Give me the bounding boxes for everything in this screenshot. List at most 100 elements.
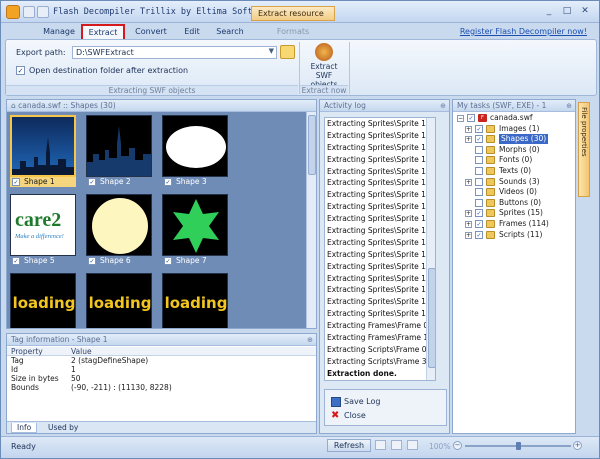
thumbnail-checkbox[interactable]: ✓ — [88, 257, 96, 265]
tab-used-by[interactable]: Used by — [43, 423, 83, 433]
scrollbar-thumb[interactable] — [308, 115, 316, 175]
pin-icon[interactable]: ⊕ — [566, 101, 572, 112]
tree-item-texts[interactable]: Texts (0) — [455, 166, 575, 177]
browse-folder-icon[interactable] — [280, 45, 295, 59]
tab-info[interactable]: Info — [11, 423, 38, 433]
thumbnail-loading[interactable]: loading — [10, 273, 76, 328]
thumbnail-loading[interactable]: loading — [86, 273, 152, 328]
tree-checkbox[interactable] — [475, 156, 483, 165]
tree-checkbox[interactable] — [475, 198, 483, 207]
view-mode-icon[interactable] — [375, 440, 386, 450]
expand-icon[interactable]: + — [465, 231, 472, 239]
tab-convert[interactable]: Convert — [129, 25, 173, 39]
tab-formats[interactable]: Formats — [269, 25, 317, 39]
open-folder-checkbox[interactable]: ✓ — [16, 66, 25, 75]
shapes-scrollbar[interactable] — [306, 112, 316, 328]
tree-checkbox[interactable] — [475, 177, 483, 186]
tree-root[interactable]: − ✓ F canada.swf — [455, 113, 575, 124]
tree-item-images[interactable]: + ✓ Images (1) — [455, 124, 575, 135]
log-line: Extracting Sprites\Sprite 17\Frame — [327, 297, 435, 307]
thumbnail-shape-3[interactable]: ✓ Shape 3 — [162, 115, 228, 186]
table-row[interactable]: Size in bytes 50 — [7, 374, 316, 383]
group-label-extracting: Extracting SWF objects — [6, 85, 298, 95]
thumbnail-loading[interactable]: loading — [162, 273, 228, 328]
thumbnail-checkbox[interactable]: ✓ — [164, 178, 172, 186]
tree-item-sprites[interactable]: + ✓ Sprites (15) — [455, 208, 575, 219]
table-row[interactable]: Bounds (-90, -211) : (11130, 8228) — [7, 383, 316, 392]
minimize-button[interactable]: _ — [541, 5, 557, 18]
expand-icon[interactable]: + — [465, 210, 472, 218]
app-logo-icon[interactable] — [6, 5, 20, 19]
close-log-label: Close — [344, 411, 366, 420]
tree-item-sounds[interactable]: + Sounds (3) — [455, 177, 575, 188]
buttons-icon — [486, 198, 495, 207]
log-scrollbar[interactable] — [426, 118, 435, 380]
thumbnail-shape-5[interactable]: care2 Make a difference! ✓ Shape 5 — [10, 194, 76, 265]
expand-icon[interactable]: + — [465, 178, 472, 186]
status-bar: Ready Refresh 100% − + — [1, 436, 599, 458]
tree-checkbox[interactable]: ✓ — [475, 219, 483, 228]
tree-checkbox[interactable]: ✓ — [475, 230, 483, 239]
value-cell: (-90, -211) : (11130, 8228) — [71, 383, 172, 392]
thumbnail-shape-1[interactable]: ✓ Shape 1 — [10, 115, 76, 187]
tree-checkbox[interactable]: ✓ — [475, 209, 483, 218]
zoom-out-icon[interactable]: − — [453, 441, 462, 450]
tree-checkbox[interactable] — [475, 145, 483, 154]
collapse-icon[interactable]: − — [457, 115, 464, 122]
save-icon[interactable] — [37, 6, 49, 18]
maximize-button[interactable]: □ — [559, 5, 575, 18]
thumbnail-checkbox[interactable]: ✓ — [12, 257, 20, 265]
property-cell: Bounds — [11, 383, 39, 392]
thumbnail-shape-7[interactable]: ✓ Shape 7 — [162, 194, 228, 265]
chevron-down-icon[interactable]: ▼ — [269, 47, 274, 55]
register-link[interactable]: Register Flash Decompiler now! — [460, 27, 587, 36]
pin-icon[interactable]: ⊕ — [307, 335, 313, 346]
pin-icon[interactable]: ⊕ — [440, 101, 446, 112]
export-path-input[interactable]: D:\SWFExtract ▼ — [72, 46, 277, 59]
tree-checkbox[interactable]: ✓ — [475, 135, 483, 144]
table-row[interactable]: Id 1 — [7, 365, 316, 374]
tree-item-buttons[interactable]: Buttons (0) — [455, 198, 575, 209]
expand-icon[interactable]: + — [465, 220, 472, 228]
tree-item-scripts[interactable]: + ✓ Scripts (11) — [455, 230, 575, 241]
table-row[interactable]: Tag 2 (stagDefineShape) — [7, 356, 316, 365]
thumbnail-image — [86, 115, 152, 177]
tab-search[interactable]: Search — [213, 25, 247, 39]
thumbnail-shape-6[interactable]: ✓ Shape 6 — [86, 194, 152, 265]
tree-item-frames[interactable]: + ✓ Frames (114) — [455, 219, 575, 230]
hand-tool-icon[interactable] — [391, 440, 402, 450]
thumbnail-image: care2 Make a difference! — [10, 194, 76, 256]
close-log-button[interactable]: ✖ Close — [331, 410, 366, 422]
images-icon — [486, 124, 495, 133]
thumbnail-checkbox[interactable]: ✓ — [88, 178, 96, 186]
expand-icon[interactable]: + — [465, 136, 472, 144]
expand-icon[interactable]: + — [465, 125, 472, 133]
thumbnail-checkbox[interactable]: ✓ — [164, 257, 172, 265]
tree-checkbox[interactable] — [475, 188, 483, 197]
close-button[interactable]: ✕ — [577, 5, 593, 18]
save-log-button[interactable]: Save Log — [331, 396, 380, 408]
refresh-button[interactable]: Refresh — [327, 439, 371, 452]
fit-view-icon[interactable] — [407, 440, 418, 450]
activity-log-list[interactable]: Extracting Sprites\Sprite 17\Frame Extra… — [324, 117, 436, 381]
tree-checkbox[interactable]: ✓ — [467, 114, 475, 122]
thumbnail-checkbox[interactable]: ✓ — [12, 178, 20, 186]
tree-item-shapes[interactable]: + ✓ Shapes (30) — [455, 134, 575, 145]
thumbnail-shape-2[interactable]: ✓ Shape 2 — [86, 115, 152, 186]
zoom-knob[interactable] — [516, 442, 521, 450]
tree-checkbox[interactable]: ✓ — [475, 124, 483, 133]
tab-manage[interactable]: Manage — [39, 25, 79, 39]
scrollbar-thumb[interactable] — [428, 268, 435, 368]
tree-item-morphs[interactable]: Morphs (0) — [455, 145, 575, 156]
extract-swf-objects-button[interactable]: Extract SWF objects — [304, 42, 344, 89]
file-properties-tab[interactable]: File properties — [578, 102, 590, 197]
zoom-in-icon[interactable]: + — [573, 441, 582, 450]
open-icon[interactable] — [23, 6, 35, 18]
tab-edit[interactable]: Edit — [177, 25, 207, 39]
tree-item-videos[interactable]: Videos (0) — [455, 187, 575, 198]
log-line: Extracting Sprites\Sprite 17\Frame — [327, 166, 435, 176]
tab-extract[interactable]: Extract — [81, 24, 125, 39]
tree-item-fonts[interactable]: Fonts (0) — [455, 155, 575, 166]
tree-checkbox[interactable] — [475, 166, 483, 175]
zoom-slider[interactable]: − + — [453, 441, 583, 450]
